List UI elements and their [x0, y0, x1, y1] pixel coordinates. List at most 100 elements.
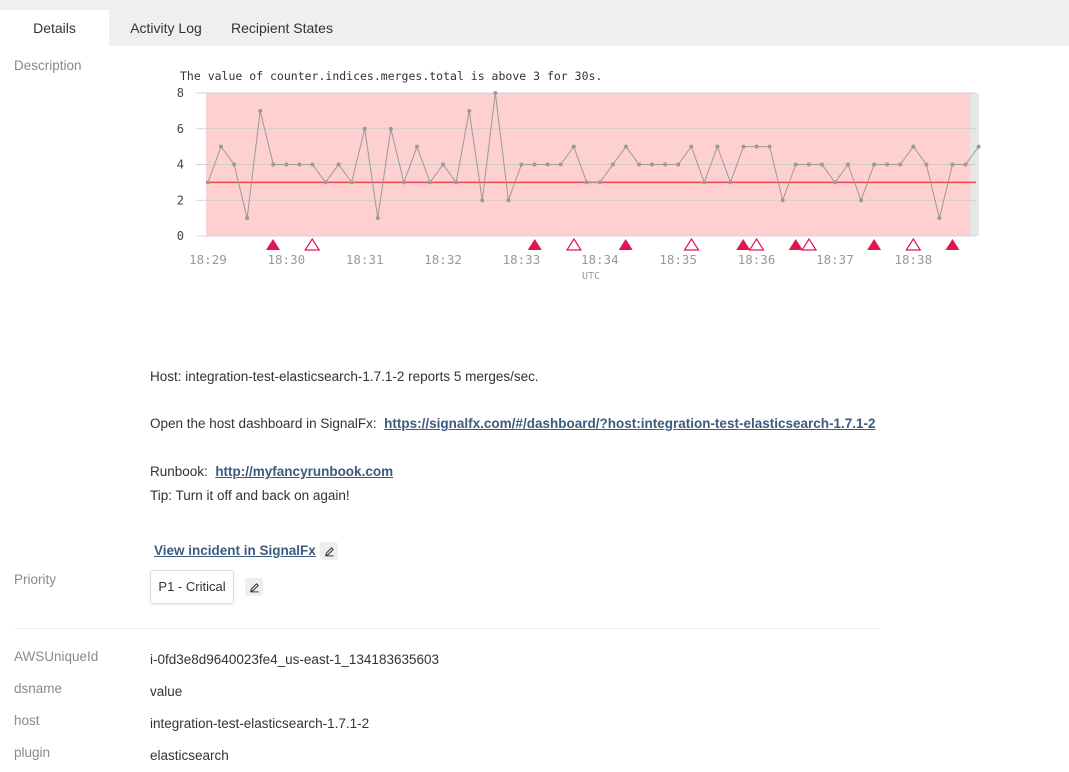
x-axis-label: UTC: [582, 271, 600, 282]
data-point: [454, 180, 459, 185]
host-line: Host: integration-test-elasticsearch-1.7…: [150, 369, 539, 384]
data-point: [388, 126, 393, 131]
alert-triggered-marker: [527, 239, 542, 250]
data-point: [532, 162, 537, 167]
alert-cleared-marker: [565, 237, 583, 251]
y-tick-label: 2: [177, 193, 184, 207]
x-tick-label: 18:35: [659, 252, 697, 267]
data-point: [845, 162, 850, 167]
data-point: [245, 216, 250, 221]
data-point: [493, 91, 498, 95]
property-value-dsname: value: [150, 684, 183, 699]
data-point: [310, 162, 315, 167]
property-key-plugin: plugin: [14, 745, 51, 760]
alert-triggered-marker: [788, 239, 803, 250]
data-point: [963, 162, 968, 167]
data-point: [780, 198, 785, 203]
x-tick-label: 18:31: [346, 252, 384, 267]
alert-triggered-marker: [736, 239, 751, 250]
data-point: [715, 144, 720, 149]
data-point: [584, 180, 589, 185]
property-value-plugin: elasticsearch: [150, 748, 229, 763]
data-point: [937, 216, 942, 221]
alert-cleared-marker: [683, 237, 700, 251]
data-point: [271, 162, 276, 167]
data-point: [414, 144, 419, 149]
data-point: [467, 108, 472, 113]
pencil-icon: [249, 582, 259, 592]
tab-details[interactable]: Details: [0, 10, 109, 46]
alert-triggered-marker: [867, 239, 882, 250]
property-key-dsname: dsname: [14, 681, 63, 696]
x-tick-label: 18:30: [268, 252, 306, 267]
data-point: [232, 162, 237, 167]
data-point: [924, 162, 929, 167]
x-tick-label: 18:32: [424, 252, 462, 267]
data-point: [597, 180, 602, 185]
dashboard-link[interactable]: https://signalfx.com/#/dashboard/?host:i…: [384, 416, 875, 431]
data-point: [911, 144, 916, 149]
data-point: [441, 162, 446, 167]
runbook-link[interactable]: http://myfancyrunbook.com: [215, 464, 393, 479]
section-divider: [14, 628, 880, 629]
alert-cleared-marker: [800, 237, 818, 251]
data-point: [375, 216, 380, 221]
data-point: [571, 144, 576, 149]
y-tick-label: 4: [177, 158, 184, 172]
pencil-icon: [324, 546, 334, 556]
x-tick-label: 18:29: [189, 252, 227, 267]
data-point: [806, 162, 811, 167]
data-point: [610, 162, 615, 167]
description-label: Description: [14, 58, 82, 73]
data-point: [663, 162, 668, 167]
alert-triggered-marker: [266, 239, 281, 250]
property-value-host: integration-test-elasticsearch-1.7.1-2: [150, 716, 370, 731]
x-tick-label: 18:34: [581, 252, 619, 267]
data-point: [258, 108, 263, 113]
data-point: [205, 180, 210, 185]
data-point: [650, 162, 655, 167]
data-point: [872, 162, 877, 167]
data-point: [323, 180, 328, 185]
data-point: [506, 198, 511, 203]
tab-activity-log[interactable]: Activity Log: [117, 10, 215, 46]
alert-chart: The value of counter.indices.merges.tota…: [177, 69, 981, 282]
data-point: [349, 180, 354, 185]
alert-cleared-marker: [905, 237, 922, 251]
data-point: [401, 180, 406, 185]
dashboard-prefix: Open the host dashboard in SignalFx:: [150, 416, 377, 431]
data-point: [793, 162, 798, 167]
view-incident-link[interactable]: View incident in SignalFx: [154, 543, 316, 558]
priority-label: Priority: [14, 572, 57, 587]
data-point: [558, 162, 563, 167]
alert-triggered-marker: [945, 239, 960, 250]
data-point: [767, 144, 772, 149]
chart-title: The value of counter.indices.merges.tota…: [180, 69, 602, 83]
view-incident-wrap: View incident in SignalFx: [154, 543, 316, 558]
runbook-prefix: Runbook:: [150, 464, 208, 479]
tip-line: Tip: Turn it off and back on again!: [150, 488, 350, 503]
data-point: [219, 144, 224, 149]
tab-bar: Details Activity Log Recipient States: [0, 0, 1069, 46]
data-point: [859, 198, 864, 203]
y-tick-label: 0: [177, 229, 184, 243]
x-tick-label: 18:37: [816, 252, 854, 267]
data-point: [336, 162, 341, 167]
y-tick-label: 8: [177, 86, 184, 100]
data-point: [832, 180, 837, 185]
property-key-awsuniqueid: AWSUniqueId: [14, 649, 99, 664]
alert-cleared-marker: [748, 237, 765, 251]
priority-select[interactable]: P1 - Critical: [150, 570, 234, 604]
edit-priority-button[interactable]: [245, 578, 263, 596]
data-point: [637, 162, 642, 167]
tab-recipient-states[interactable]: Recipient States: [222, 10, 342, 46]
data-point: [480, 198, 485, 203]
x-tick-label: 18:36: [738, 252, 776, 267]
data-point: [728, 180, 733, 185]
data-point: [284, 162, 289, 167]
alert-cleared-marker: [304, 237, 321, 251]
edit-description-button[interactable]: [320, 542, 338, 560]
data-point: [545, 162, 550, 167]
data-point: [885, 162, 890, 167]
data-point: [976, 144, 981, 149]
